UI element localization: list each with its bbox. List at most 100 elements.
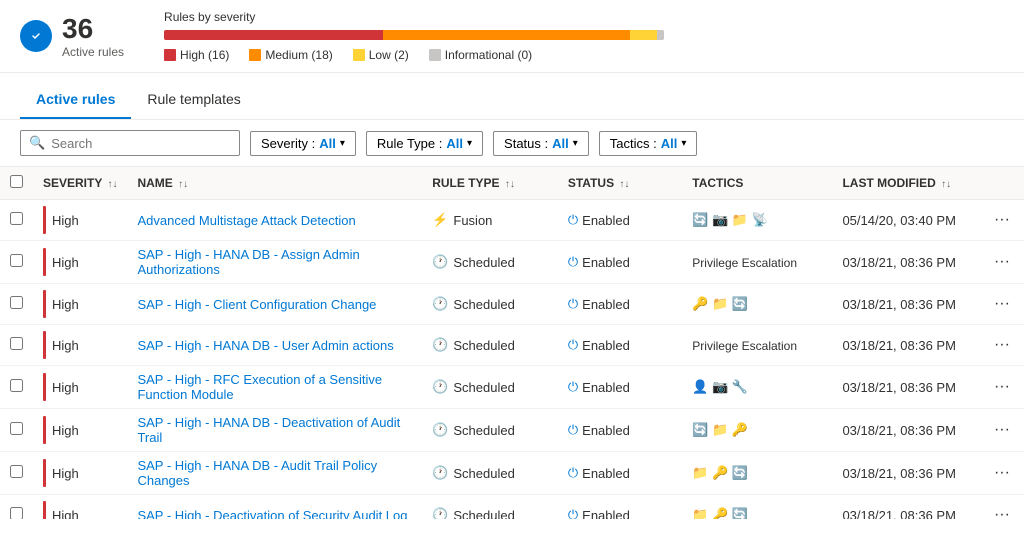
col-rule-type[interactable]: RULE TYPE ↑↓ — [422, 167, 558, 200]
tab-active-rules[interactable]: Active rules — [20, 81, 131, 119]
row-more-button[interactable]: ··· — [990, 211, 1014, 228]
active-rules-block: 36 Active rules — [20, 13, 124, 59]
row-more-button[interactable]: ··· — [990, 378, 1014, 395]
legend-label-low: Low (2) — [369, 48, 409, 62]
row-checkbox-cell — [0, 200, 33, 241]
row-checkbox-cell — [0, 452, 33, 495]
col-name[interactable]: NAME ↑↓ — [127, 167, 422, 200]
ruletype-text: Scheduled — [453, 255, 514, 270]
severity-text: High — [52, 213, 79, 228]
row-checkbox[interactable] — [10, 337, 23, 350]
col-status[interactable]: STATUS ↑↓ — [558, 167, 682, 200]
col-severity[interactable]: SEVERITY ↑↓ — [33, 167, 127, 200]
row-status: ⏻Enabled — [558, 200, 682, 241]
row-checkbox[interactable] — [10, 212, 23, 225]
row-checkbox[interactable] — [10, 422, 23, 435]
row-checkbox[interactable] — [10, 296, 23, 309]
legend-dot-info — [429, 49, 441, 61]
row-actions[interactable]: ··· — [980, 284, 1024, 325]
row-severity: High — [33, 325, 127, 366]
chevron-down-icon-2: ▾ — [467, 138, 472, 149]
row-actions[interactable]: ··· — [980, 409, 1024, 452]
row-rule-type: 🕐Scheduled — [422, 495, 558, 520]
tactics-icons: 🔑 📁 🔄 — [692, 296, 748, 311]
row-checkbox[interactable] — [10, 254, 23, 267]
search-input[interactable] — [51, 136, 231, 151]
row-actions[interactable]: ··· — [980, 366, 1024, 409]
row-checkbox[interactable] — [10, 507, 23, 519]
table-row[interactable]: HighSAP - High - Deactivation of Securit… — [0, 495, 1024, 520]
status-icon: ⏻ — [568, 465, 578, 481]
legend-medium: Medium (18) — [249, 48, 332, 62]
status-text: Enabled — [582, 255, 630, 270]
col-tactics: TACTICS — [682, 167, 832, 200]
row-last-modified: 03/18/21, 08:36 PM — [832, 409, 980, 452]
ruletype-icon: 🕐 — [432, 422, 448, 438]
toolbar: 🔍 Severity : All ▾ Rule Type : All ▾ Sta… — [0, 120, 1024, 167]
ruletype-icon: 🕐 — [432, 337, 448, 353]
row-more-button[interactable]: ··· — [990, 336, 1014, 353]
row-rule-type: 🕐Scheduled — [422, 284, 558, 325]
filter-tactics[interactable]: Tactics : All ▾ — [599, 131, 698, 156]
table-row[interactable]: HighSAP - High - Client Configuration Ch… — [0, 284, 1024, 325]
search-box[interactable]: 🔍 — [20, 130, 240, 156]
table-row[interactable]: HighSAP - High - HANA DB - Audit Trail P… — [0, 452, 1024, 495]
filter-status-label: Status : — [504, 136, 548, 151]
row-status: ⏻ Enabled — [558, 452, 682, 495]
ruletype-icon: 🕐 — [432, 465, 448, 481]
row-more-button[interactable]: ··· — [990, 253, 1014, 270]
ruletype-text: Scheduled — [453, 297, 514, 312]
status-text: Enabled — [582, 466, 630, 481]
rules-table: SEVERITY ↑↓ NAME ↑↓ RULE TYPE ↑↓ STATUS … — [0, 167, 1024, 519]
row-name[interactable]: SAP - High - HANA DB - Deactivation of A… — [127, 409, 422, 452]
row-last-modified: 03/18/21, 08:36 PM — [832, 366, 980, 409]
table-row[interactable]: HighSAP - High - RFC Execution of a Sens… — [0, 366, 1024, 409]
table-row[interactable]: HighSAP - High - HANA DB - Deactivation … — [0, 409, 1024, 452]
tab-rule-templates[interactable]: Rule templates — [131, 81, 256, 119]
status-icon: ⏻ — [568, 337, 578, 353]
filter-rule-type[interactable]: Rule Type : All ▾ — [366, 131, 483, 156]
row-actions[interactable]: ··· — [980, 325, 1024, 366]
select-all-checkbox[interactable] — [10, 175, 23, 188]
filter-status[interactable]: Status : All ▾ — [493, 131, 589, 156]
row-name[interactable]: SAP - High - HANA DB - User Admin action… — [127, 325, 422, 366]
row-checkbox[interactable] — [10, 465, 23, 478]
row-name[interactable]: SAP - High - HANA DB - Assign Admin Auth… — [127, 241, 422, 284]
legend-low: Low (2) — [353, 48, 409, 62]
severity-block: Rules by severity High (16) Medium (18) … — [164, 10, 1004, 62]
row-name[interactable]: SAP - High - Deactivation of Security Au… — [127, 495, 422, 520]
status-icon: ⏻ — [568, 379, 578, 395]
severity-bar-indicator — [43, 459, 46, 487]
table-row[interactable]: HighSAP - High - HANA DB - Assign Admin … — [0, 241, 1024, 284]
row-actions[interactable]: ··· — [980, 200, 1024, 241]
row-more-button[interactable]: ··· — [990, 295, 1014, 312]
row-name[interactable]: SAP - High - RFC Execution of a Sensitiv… — [127, 366, 422, 409]
row-tactics: 🔄 📷 📁 📡 — [682, 200, 832, 241]
row-actions[interactable]: ··· — [980, 241, 1024, 284]
row-actions[interactable]: ··· — [980, 495, 1024, 520]
active-rules-label: Active rules — [62, 45, 124, 59]
status-icon: ⏻ — [568, 254, 578, 270]
row-severity: High — [33, 200, 127, 241]
row-more-button[interactable]: ··· — [990, 421, 1014, 438]
row-name[interactable]: SAP - High - HANA DB - Audit Trail Polic… — [127, 452, 422, 495]
severity-bar-indicator — [43, 416, 46, 444]
filter-severity-value: All — [319, 136, 336, 151]
filter-ruletype-label: Rule Type : — [377, 136, 443, 151]
ruletype-text: Scheduled — [453, 380, 514, 395]
severity-bar-indicator — [43, 290, 46, 318]
row-more-button[interactable]: ··· — [990, 506, 1014, 519]
col-last-modified[interactable]: LAST MODIFIED ↑↓ — [832, 167, 980, 200]
severity-bar-high — [164, 30, 383, 40]
legend-label-high: High (16) — [180, 48, 229, 62]
table-row[interactable]: High Advanced Multistage Attack Detection… — [0, 200, 1024, 241]
row-actions[interactable]: ··· — [980, 452, 1024, 495]
row-checkbox[interactable] — [10, 379, 23, 392]
row-severity: High — [33, 366, 127, 409]
row-checkbox-cell — [0, 495, 33, 520]
filter-severity[interactable]: Severity : All ▾ — [250, 131, 356, 156]
row-name[interactable]: Advanced Multistage Attack Detection — [127, 200, 422, 241]
table-row[interactable]: HighSAP - High - HANA DB - User Admin ac… — [0, 325, 1024, 366]
row-more-button[interactable]: ··· — [990, 464, 1014, 481]
row-name[interactable]: SAP - High - Client Configuration Change — [127, 284, 422, 325]
